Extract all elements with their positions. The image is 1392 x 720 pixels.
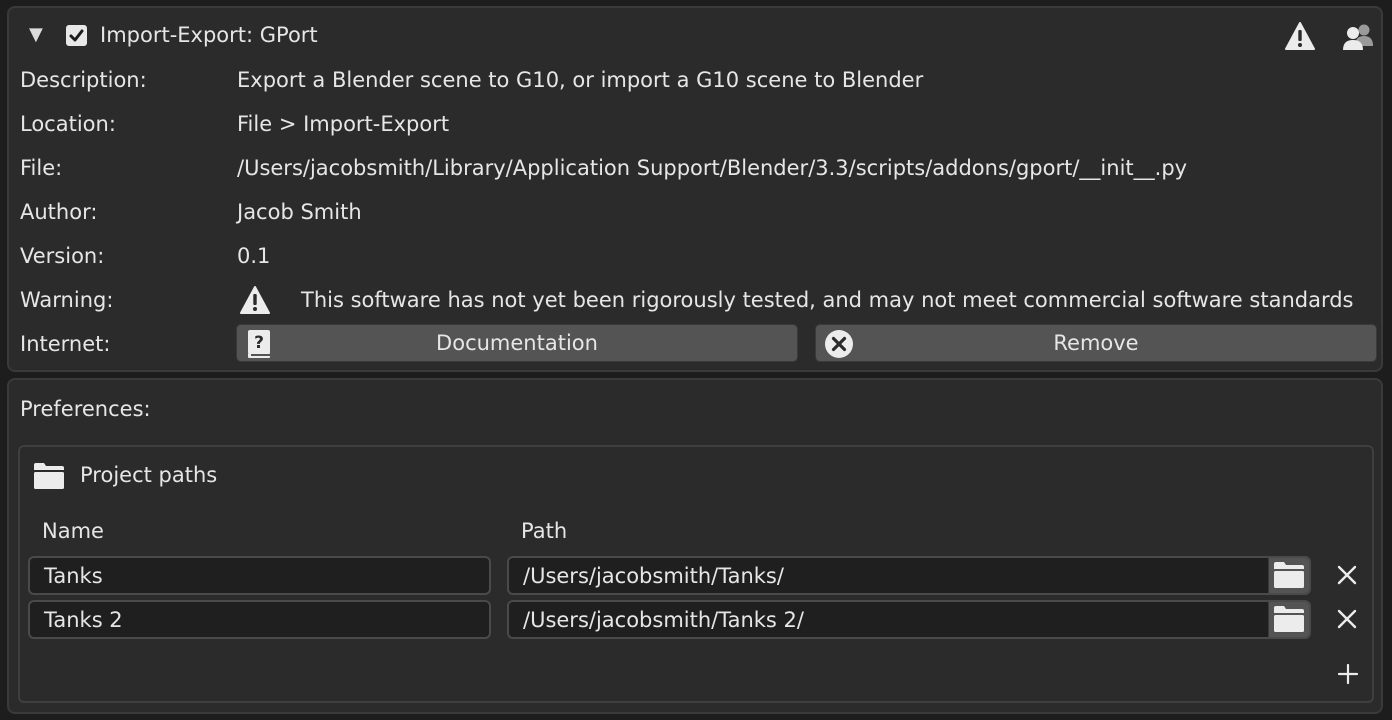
- path-column-header: Path: [521, 519, 568, 543]
- expand-toggle-icon[interactable]: ▼: [29, 26, 43, 44]
- browse-folder-button[interactable]: [1268, 558, 1309, 593]
- author-label: Author:: [20, 200, 98, 224]
- project-path-value: /Users/jacobsmith/Tanks 2/: [523, 608, 804, 632]
- project-name-value: Tanks 2: [44, 608, 123, 632]
- description-label: Description:: [20, 68, 147, 92]
- project-paths-title: Project paths: [80, 463, 218, 487]
- user-community-icon: [1342, 22, 1374, 56]
- preferences-panel: Preferences: Project paths Name Path Tan…: [7, 378, 1383, 714]
- project-path-input[interactable]: /Users/jacobsmith/Tanks 2/: [507, 600, 1311, 639]
- warning-value: This software has not yet been rigorousl…: [301, 288, 1354, 312]
- project-path-input[interactable]: /Users/jacobsmith/Tanks/: [507, 556, 1311, 595]
- enable-addon-checkbox[interactable]: [66, 25, 87, 46]
- version-value: 0.1: [237, 244, 271, 268]
- version-label: Version:: [20, 244, 105, 268]
- project-path-value: /Users/jacobsmith/Tanks/: [523, 564, 784, 588]
- description-value: Export a Blender scene to G10, or import…: [237, 68, 924, 92]
- documentation-button[interactable]: ? Documentation: [236, 324, 798, 362]
- name-column-header: Name: [42, 519, 104, 543]
- file-label: File:: [20, 156, 63, 180]
- remove-button-label: Remove: [1053, 331, 1139, 355]
- remove-path-button[interactable]: [1335, 563, 1359, 587]
- warning-icon: [239, 285, 271, 319]
- plus-icon: [1337, 663, 1359, 685]
- internet-label: Internet:: [20, 332, 111, 356]
- warning-icon: [1285, 22, 1315, 54]
- documentation-button-label: Documentation: [436, 331, 598, 355]
- warning-label: Warning:: [20, 288, 114, 312]
- checkmark-icon: [69, 29, 84, 42]
- project-name-value: Tanks: [44, 564, 103, 588]
- remove-button[interactable]: Remove: [815, 324, 1377, 362]
- close-icon: [1337, 609, 1357, 629]
- project-name-input[interactable]: Tanks 2: [28, 600, 491, 639]
- preferences-label: Preferences:: [20, 397, 151, 421]
- folder-icon: [33, 462, 65, 494]
- folder-icon: [1274, 562, 1304, 588]
- close-icon: [1337, 565, 1357, 585]
- add-path-button[interactable]: [1336, 662, 1360, 686]
- author-value: Jacob Smith: [237, 200, 362, 224]
- browse-folder-button[interactable]: [1268, 602, 1309, 637]
- file-value: /Users/jacobsmith/Library/Application Su…: [237, 156, 1188, 180]
- addon-title: Import-Export: GPort: [100, 23, 318, 47]
- project-paths-panel: Project paths Name Path Tanks /Users/jac…: [18, 445, 1374, 703]
- project-name-input[interactable]: Tanks: [28, 556, 491, 595]
- folder-icon: [1274, 606, 1304, 632]
- remove-path-button[interactable]: [1335, 607, 1359, 631]
- location-label: Location:: [20, 112, 116, 136]
- location-value: File > Import-Export: [237, 112, 450, 136]
- addon-panel: ▼ Import-Export: GPort Description: Expo…: [7, 6, 1383, 372]
